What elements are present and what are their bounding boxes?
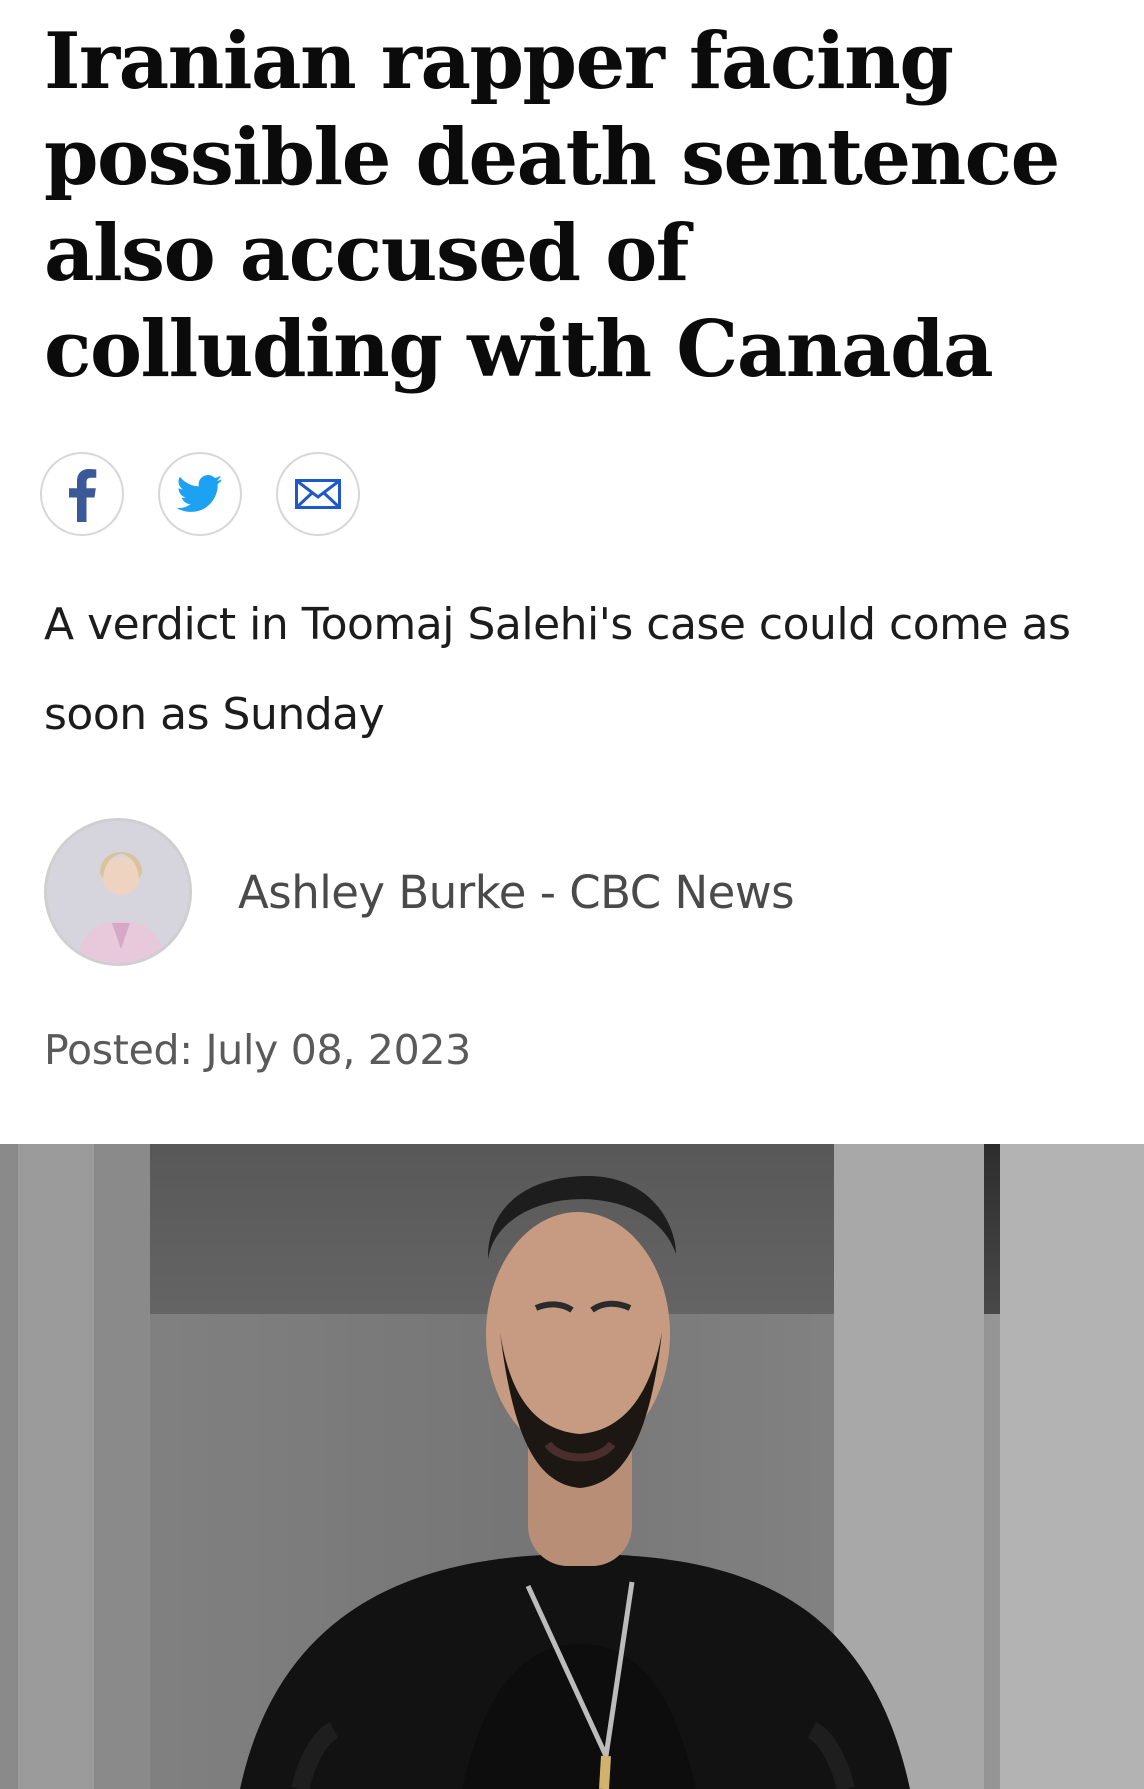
headline: Iranian rapper facing possible death sen… [44, 16, 1060, 395]
facebook-share-button[interactable] [40, 452, 124, 536]
twitter-share-button[interactable] [158, 452, 242, 536]
byline: Ashley Burke - CBC News [44, 816, 795, 968]
facebook-icon [67, 466, 97, 522]
posted-date: Posted: July 08, 2023 [44, 1026, 471, 1074]
hero-image [0, 1144, 1144, 1789]
article-dek: A verdict in Toomaj Salehi's case could … [44, 599, 1071, 740]
share-bar [40, 452, 360, 540]
article: Iranian rapper facing possible death sen… [0, 0, 1144, 1789]
email-share-button[interactable] [276, 452, 360, 536]
twitter-icon [177, 475, 223, 513]
email-icon [295, 479, 341, 509]
author-name[interactable]: Ashley Burke - CBC News [238, 866, 795, 919]
author-avatar [44, 818, 192, 966]
